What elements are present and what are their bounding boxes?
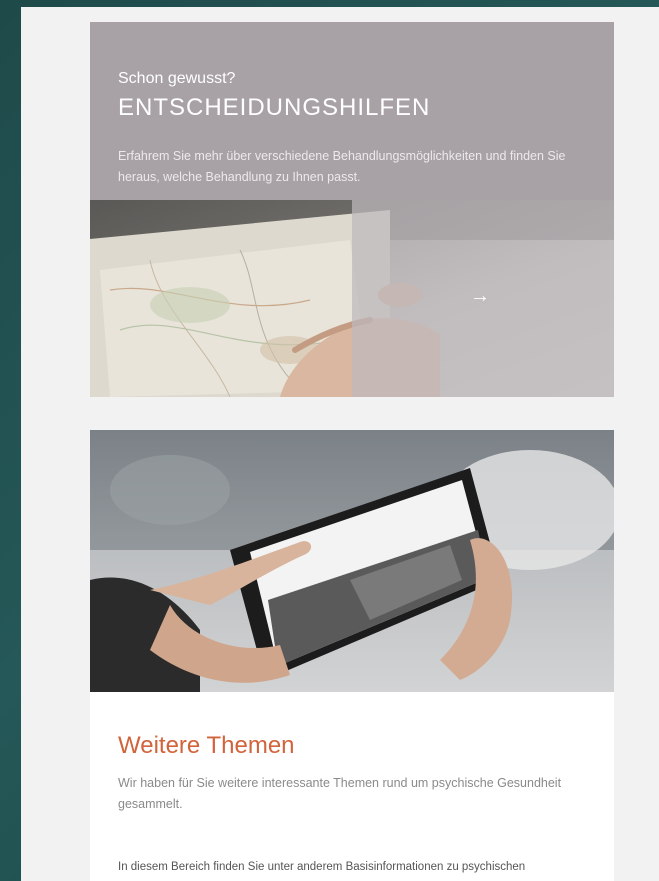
decision-aids-card[interactable]: Schon gewusst? ENTSCHEIDUNGSHILFEN Erfah…	[90, 22, 614, 397]
tablet-photo	[90, 430, 614, 692]
arrow-right-icon[interactable]: →	[470, 286, 490, 306]
more-topics-title: Weitere Themen	[118, 732, 295, 759]
decision-aids-eyebrow: Schon gewusst?	[118, 70, 236, 87]
map-photo: →	[90, 200, 614, 397]
more-topics-intro: Wir haben für Sie weitere interessante T…	[118, 776, 562, 811]
more-topics-card[interactable]: Weitere Themen Wir haben für Sie weitere…	[90, 430, 614, 881]
decision-aids-description: Erfahrem Sie mehr über verschiedene Beha…	[118, 149, 566, 184]
decision-aids-title: ENTSCHEIDUNGSHILFEN	[118, 94, 431, 121]
more-topics-body: In diesem Bereich finden Sie unter ander…	[118, 861, 526, 873]
tablet-photo-illustration	[90, 430, 614, 692]
